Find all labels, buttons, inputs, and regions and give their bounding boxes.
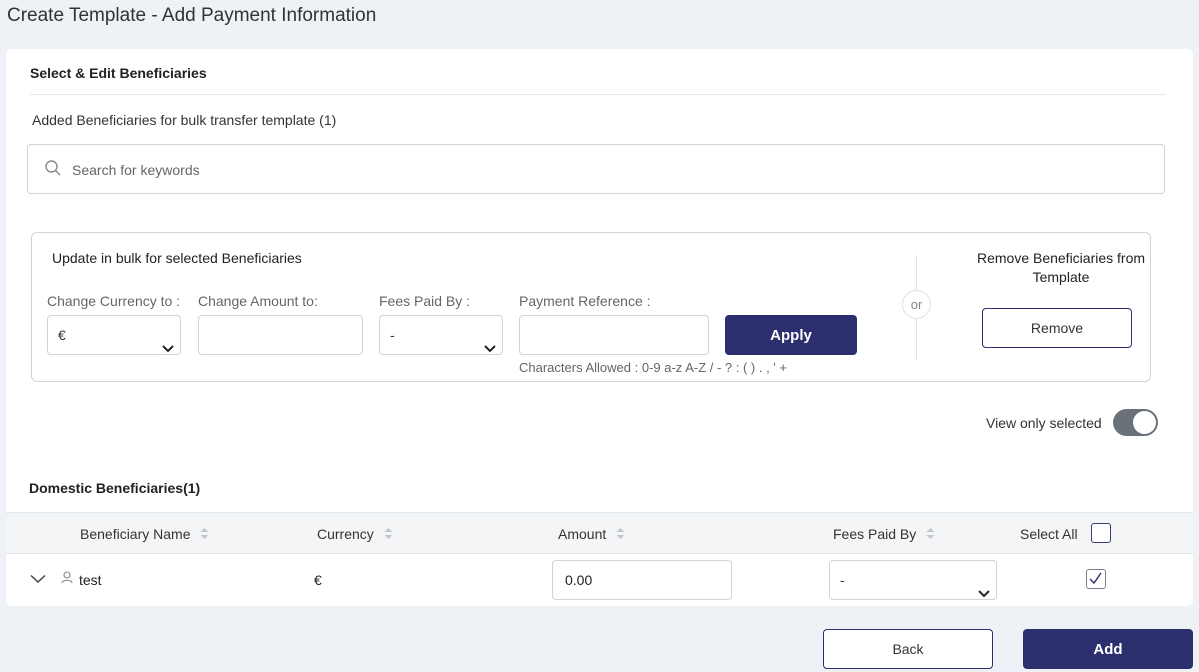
checkmark-icon (1089, 572, 1102, 585)
user-icon (61, 571, 73, 587)
header-beneficiary-name[interactable]: Beneficiary Name (80, 526, 209, 543)
search-icon (44, 159, 62, 182)
row-select-checkbox[interactable] (1086, 569, 1106, 589)
header-currency[interactable]: Currency (317, 526, 393, 543)
bulk-update-title: Update in bulk for selected Beneficiarie… (52, 250, 302, 266)
back-button[interactable]: Back (823, 629, 993, 669)
header-select-all-label: Select All (1020, 526, 1078, 542)
search-input[interactable] (72, 157, 1132, 183)
sort-icon (926, 527, 935, 543)
remove-beneficiaries-title: Remove Beneficiaries from Template (976, 250, 1146, 285)
header-fees-label: Fees Paid By (833, 526, 917, 542)
amount-input[interactable]: 0.00 (552, 560, 732, 600)
sort-icon (616, 527, 625, 543)
sort-icon (384, 527, 393, 543)
toggle-knob (1133, 411, 1156, 434)
apply-button[interactable]: Apply (725, 315, 857, 355)
beneficiary-name: test (79, 572, 102, 588)
fees-label: Fees Paid By : (379, 293, 471, 309)
row-fees-select[interactable]: - (829, 560, 997, 600)
header-amount-label: Amount (558, 526, 607, 542)
bulk-update-panel: Update in bulk for selected Beneficiarie… (31, 232, 1151, 382)
currency-select[interactable]: € (47, 315, 181, 355)
header-amount[interactable]: Amount (558, 526, 625, 543)
search-box[interactable] (27, 144, 1165, 194)
beneficiary-currency: € (314, 572, 322, 588)
remove-button[interactable]: Remove (982, 308, 1132, 348)
expand-chevron-icon[interactable] (30, 571, 46, 587)
chevron-down-icon (978, 575, 990, 613)
chevron-down-icon (484, 330, 496, 368)
page-title: Create Template - Add Payment Informatio… (7, 5, 377, 26)
amount-field[interactable] (198, 315, 363, 355)
currency-select-value: € (58, 327, 66, 343)
view-only-selected-label: View only selected (986, 415, 1102, 431)
section-title: Select & Edit Beneficiaries (30, 65, 207, 81)
payment-reference-field[interactable] (519, 315, 709, 355)
select-all-checkbox[interactable] (1091, 523, 1111, 543)
fees-select-value: - (390, 327, 395, 343)
amount-label: Change Amount to: (198, 293, 318, 309)
divider (30, 94, 1166, 95)
header-currency-label: Currency (317, 526, 374, 542)
characters-allowed-hint: Characters Allowed : 0-9 a-z A-Z / - ? :… (519, 360, 787, 375)
row-fees-select-value: - (840, 572, 845, 588)
sort-icon (200, 527, 209, 543)
domestic-beneficiaries-title: Domestic Beneficiaries(1) (29, 480, 201, 496)
header-fees-paid-by[interactable]: Fees Paid By (833, 526, 935, 543)
table-header: Beneficiary Name Currency Amount Fees Pa… (6, 512, 1193, 554)
fees-select[interactable]: - (379, 315, 503, 355)
view-only-selected-toggle[interactable] (1113, 409, 1158, 436)
chevron-down-icon (162, 330, 174, 368)
table-row: test € 0.00 - (6, 554, 1193, 606)
added-beneficiaries-label: Added Beneficiaries for bulk transfer te… (32, 112, 337, 128)
header-beneficiary-name-label: Beneficiary Name (80, 526, 191, 542)
beneficiaries-card: Select & Edit Beneficiaries Added Benefi… (6, 49, 1193, 606)
add-button[interactable]: Add (1023, 629, 1193, 669)
reference-label: Payment Reference : (519, 293, 651, 309)
currency-label: Change Currency to : (47, 293, 181, 309)
or-separator: or (902, 290, 931, 319)
